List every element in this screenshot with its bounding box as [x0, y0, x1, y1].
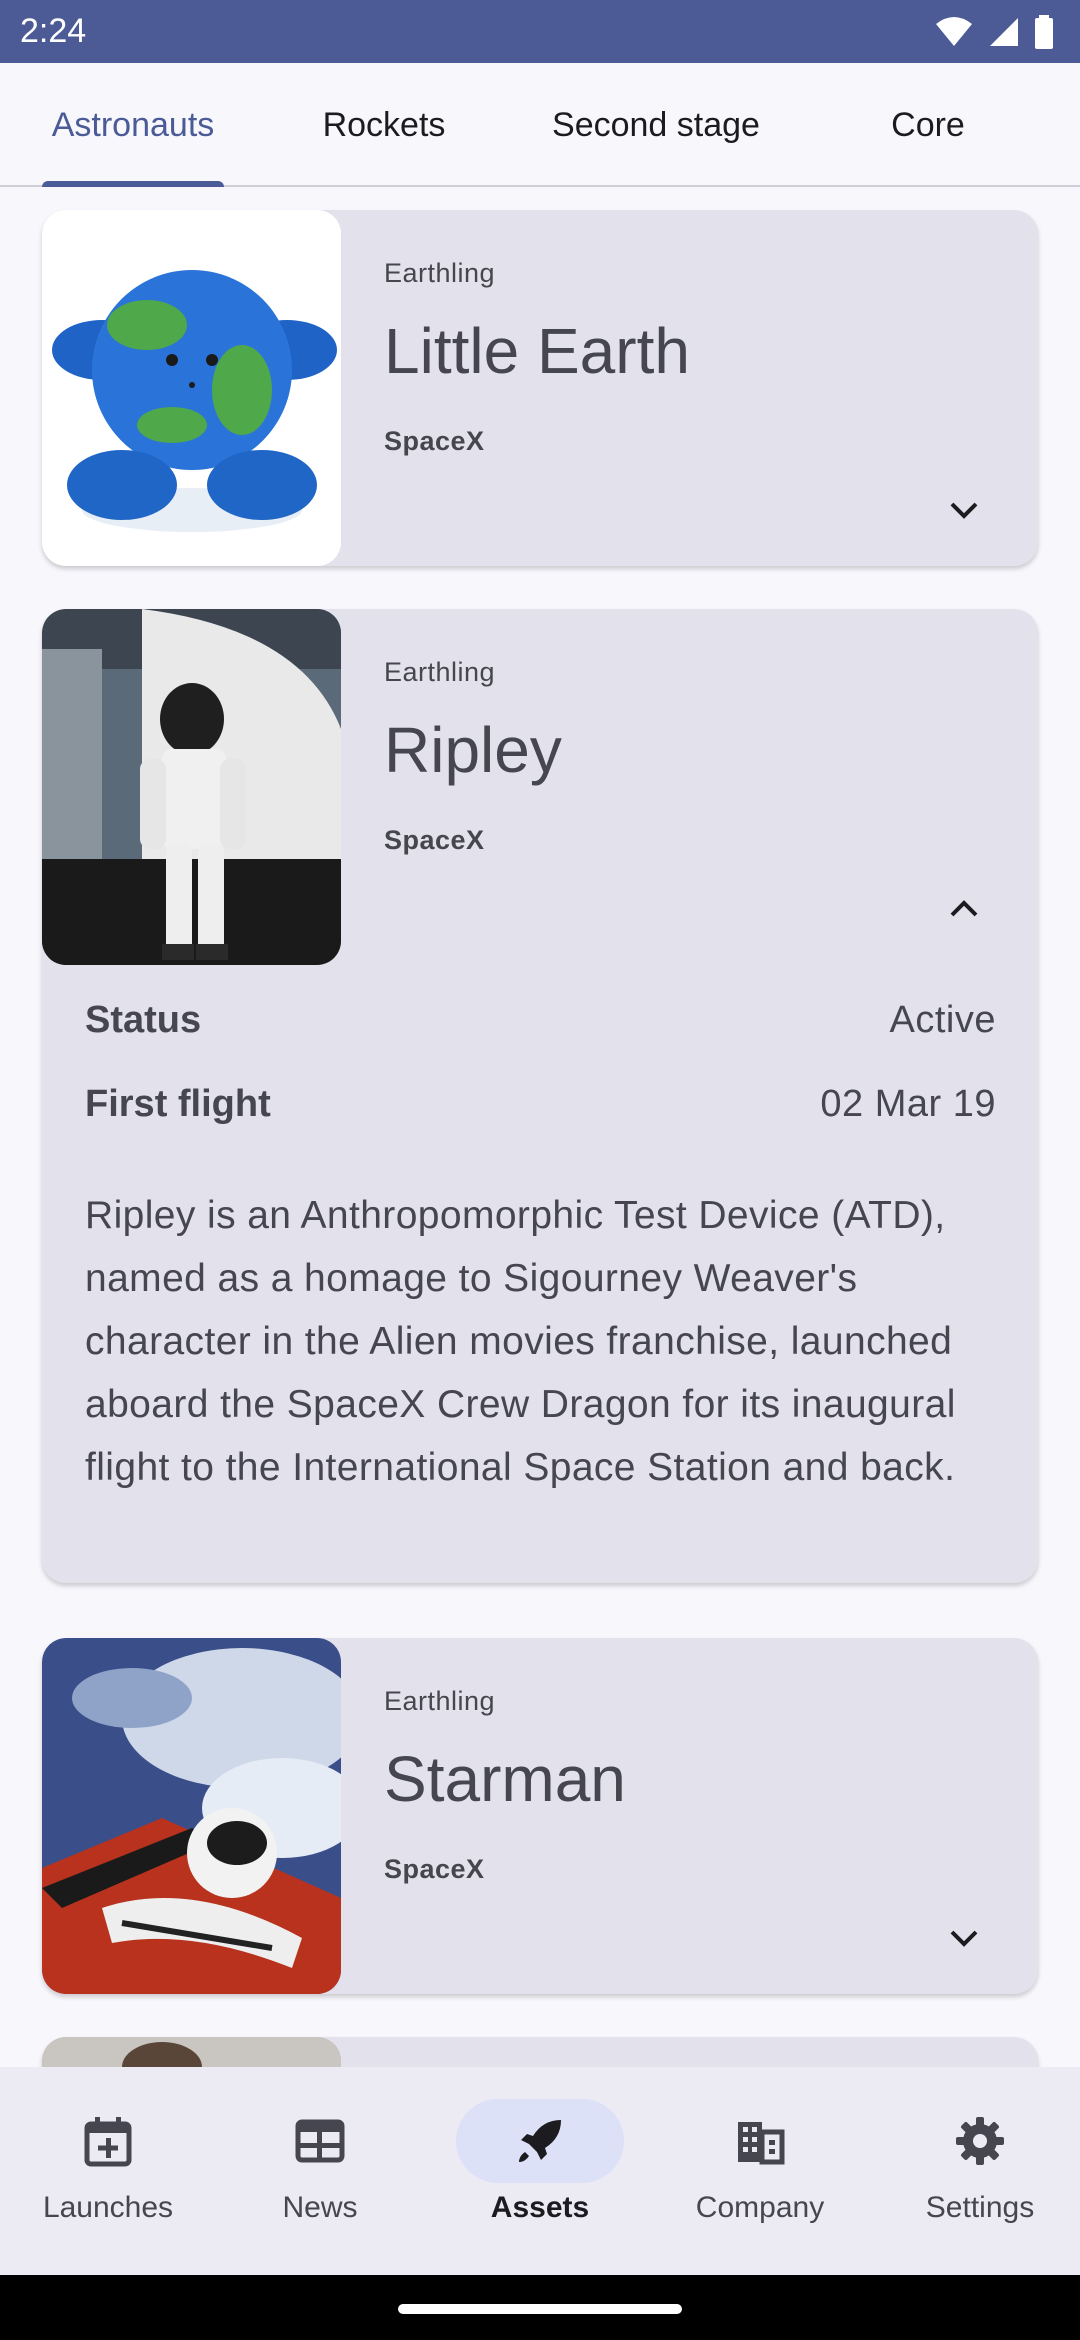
nav-launches-icon-wrap [24, 2099, 192, 2183]
tab-astronauts-label: Astronauts [51, 105, 215, 144]
astronaut-card[interactable]: Earthling Starman SpaceX [42, 1638, 1038, 1994]
chevron-up-icon[interactable] [944, 889, 984, 929]
nav-assets-icon-wrap [456, 2099, 624, 2183]
company-icon [738, 2122, 785, 2165]
home-gesture-handle[interactable] [398, 2304, 682, 2314]
astronaut-card-expanded[interactable]: Earthling Ripley SpaceX Status Active Fi… [42, 609, 1038, 1583]
tab-second-stage[interactable]: Second stage [502, 63, 810, 187]
status-bar: 2:24 [0, 0, 1080, 63]
tab-indicator [42, 181, 224, 187]
astronaut-card[interactable]: Earthling Little Earth SpaceX [42, 210, 1038, 566]
first-flight-value: 02 Mar 19 [820, 1083, 996, 1125]
nav-company[interactable]: Company [652, 2067, 868, 2275]
tab-second-stage-label: Second stage [552, 105, 760, 144]
astronaut-type: Earthling [384, 657, 496, 687]
nav-news[interactable]: News [212, 2067, 428, 2275]
first-flight-row: First flight 02 Mar 19 [85, 1083, 996, 1126]
rocket-icon [519, 2120, 561, 2162]
status-label: Status [85, 999, 202, 1041]
status-value: Active [889, 999, 996, 1041]
tab-rockets-label: Rockets [322, 105, 446, 144]
astronaut-name: Little Earth [384, 315, 690, 387]
nav-assets-label: Assets [490, 2191, 590, 2224]
nav-assets[interactable]: Assets [432, 2067, 648, 2275]
astronaut-description: Ripley is an Anthropomorphic Test Device… [85, 1194, 956, 1489]
news-icon [295, 2119, 345, 2163]
chevron-down-icon[interactable] [944, 1918, 984, 1958]
status-icons [934, 14, 1054, 49]
chevron-down-icon[interactable] [944, 490, 984, 530]
astronaut-photo [42, 2037, 341, 2067]
top-tabs: Astronauts Rockets Second stage Core [0, 63, 1080, 187]
astronaut-type: Earthling [384, 1686, 496, 1716]
astronaut-photo [42, 1638, 341, 1994]
nav-news-label: News [282, 2191, 358, 2224]
signal-icon [990, 17, 1018, 46]
wifi-icon [936, 16, 972, 46]
astronaut-photo [42, 609, 341, 965]
astronaut-list[interactable]: Earthling Little Earth SpaceX Earthling … [0, 189, 1080, 2067]
bottom-navigation: Launches News Assets Company Settings [0, 2067, 1080, 2275]
astronaut-agency: SpaceX [384, 426, 485, 456]
tab-rockets[interactable]: Rockets [266, 63, 502, 187]
gesture-bar [0, 2275, 1080, 2340]
tab-core[interactable]: Core [810, 63, 1046, 187]
battery-icon [1035, 14, 1053, 49]
astronaut-photo [42, 210, 341, 566]
calendar-add-icon [84, 2117, 132, 2167]
nav-launches[interactable]: Launches [0, 2067, 216, 2275]
astronaut-name: Ripley [384, 714, 562, 786]
astronaut-name: Starman [384, 1743, 626, 1815]
nav-settings-icon-wrap [896, 2099, 1064, 2183]
status-time: 2:24 [20, 12, 87, 50]
astronaut-agency: SpaceX [384, 1854, 485, 1884]
nav-launches-label: Launches [42, 2191, 174, 2224]
nav-news-icon-wrap [236, 2099, 404, 2183]
first-flight-label: First flight [85, 1083, 271, 1125]
nav-company-label: Company [695, 2191, 825, 2224]
tab-astronauts[interactable]: Astronauts [0, 63, 266, 187]
astronaut-type: Earthling [384, 258, 496, 288]
astronaut-agency: SpaceX [384, 825, 485, 855]
nav-settings[interactable]: Settings [872, 2067, 1080, 2275]
nav-company-icon-wrap [676, 2099, 844, 2183]
status-row: Status Active [85, 999, 996, 1042]
astronaut-card[interactable] [42, 2037, 1038, 2067]
tab-core-label: Core [891, 105, 965, 144]
nav-settings-label: Settings [925, 2191, 1035, 2224]
gear-icon [956, 2117, 1004, 2165]
